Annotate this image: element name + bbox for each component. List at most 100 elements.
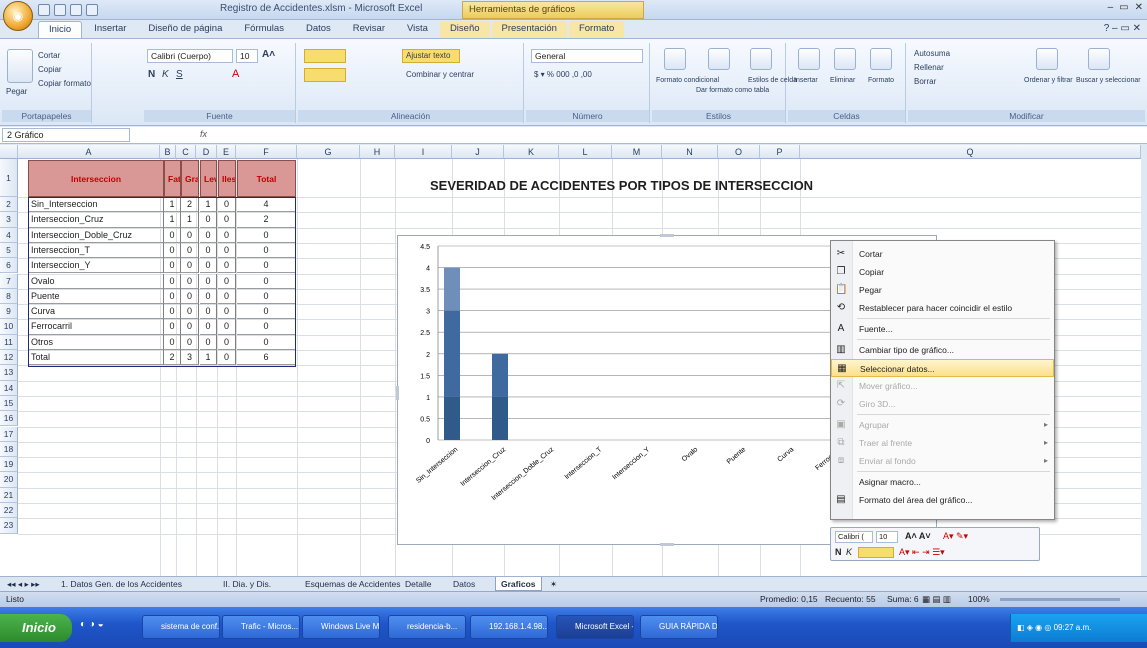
table-cell[interactable]: 2 [181,197,199,213]
mini-align-icons[interactable] [858,547,894,558]
taskbar-item[interactable]: Windows Live M... [302,615,380,639]
table-cell[interactable]: 0 [218,319,236,335]
cut-button[interactable]: Cortar [38,51,60,60]
sheet-tab[interactable]: II. Dia. y Dis. [218,577,276,591]
start-button[interactable]: Inicio [0,614,72,642]
font-color-icon[interactable]: A [232,68,239,80]
row-header[interactable]: 2 [0,197,18,213]
table-cell[interactable]: 1 [200,197,217,213]
align-top-icon[interactable] [304,49,346,63]
table-cell[interactable]: 0 [181,304,199,320]
resize-handle[interactable] [660,234,674,237]
column-header[interactable]: Q [800,145,1141,159]
table-cell[interactable]: 0 [181,334,199,350]
table-cell[interactable]: 0 [164,304,181,320]
column-header[interactable]: F [236,145,297,159]
zoom-slider[interactable] [1000,598,1120,601]
table-cell[interactable]: 0 [237,242,296,259]
table-cell[interactable]: 0 [200,227,217,243]
sheet-tab[interactable]: Detalle [400,577,436,591]
resize-handle[interactable] [660,543,674,546]
help-icon[interactable]: ? – ▭ ✕ [1104,23,1141,34]
grow-font-icon[interactable]: A˄ A˅ [905,531,931,541]
row-header[interactable]: 1 [0,159,18,197]
menu-item[interactable]: ▦ Seleccionar datos... [831,359,1054,377]
sheet-tab[interactable]: Datos [448,577,480,591]
column-header[interactable]: B [160,145,176,159]
menu-item[interactable]: ⟲ Restablecer para hacer coincidir el est… [831,299,1054,317]
taskbar-item[interactable]: Trafic - Micros... [222,615,300,639]
table-header-cell[interactable]: Total [237,160,296,197]
menu-item[interactable]: A Fuente... [831,320,1054,338]
table-cell[interactable]: 0 [164,242,181,259]
tab-insertar[interactable]: Insertar [84,21,136,38]
table-cell[interactable]: Interseccion_T [28,242,164,259]
taskbar-item[interactable]: 192.168.1.4.98... [470,615,548,639]
close-icon[interactable]: ✕ [1135,2,1143,13]
tab-diseno-pagina[interactable]: Diseño de página [138,21,232,38]
zoom-level[interactable]: 100% [968,594,990,604]
table-cell[interactable]: 0 [237,273,296,289]
tab-revisar[interactable]: Revisar [343,21,395,38]
table-cell[interactable]: 0 [200,304,217,320]
table-cell[interactable]: 0 [218,227,236,243]
row-header[interactable]: 21 [0,487,18,503]
table-cell[interactable]: 0 [164,258,181,274]
table-cell[interactable]: 0 [200,258,217,274]
sheet-tab[interactable]: Graficos [495,577,542,591]
quick-launch-icons[interactable]: ◐ ◑ ◒ [80,619,104,630]
fx-icon[interactable]: fx [200,129,207,139]
mini-font-color-icon[interactable]: A▾ ⇤ ⇥ ☰▾ [899,547,945,558]
font-name-combo[interactable]: Calibri (Cuerpo) [147,49,233,63]
column-header[interactable]: O [718,145,760,159]
mini-bold-button[interactable]: N [835,547,842,557]
table-cell[interactable]: 0 [164,227,181,243]
chart-title[interactable]: SEVERIDAD DE ACCIDENTES POR TIPOS DE INT… [430,178,813,193]
table-cell[interactable]: 0 [218,334,236,350]
row-header[interactable]: 6 [0,258,18,274]
table-cell[interactable]: 0 [181,227,199,243]
table-cell[interactable]: 0 [200,288,217,305]
sheet-tab[interactable]: 1. Datos Gen. de los Accidentes [56,577,187,591]
mini-font-combo[interactable]: Calibri ( [835,531,873,543]
row-header[interactable]: 16 [0,411,18,427]
column-header[interactable]: D [196,145,217,159]
table-cell[interactable]: 4 [237,197,296,213]
table-cell[interactable]: 0 [200,319,217,335]
table-cell[interactable]: 0 [218,273,236,289]
bold-button[interactable]: N [148,69,155,80]
row-header[interactable]: 15 [0,395,18,412]
column-header[interactable]: M [612,145,662,159]
row-header[interactable]: 9 [0,304,18,320]
row-header[interactable]: 5 [0,242,18,259]
row-header[interactable]: 13 [0,365,18,381]
total-row-cell[interactable]: Total [28,350,164,366]
copy-button[interactable]: Copiar [38,65,62,74]
find-select-icon[interactable] [1088,48,1110,70]
paste-icon[interactable] [7,49,33,83]
name-box[interactable]: 2 Gráfico [2,128,130,142]
column-header[interactable]: I [395,145,452,159]
taskbar-item[interactable]: GUIA RÁPIDA D... [640,615,718,639]
table-format-icon[interactable] [708,48,730,70]
office-button[interactable]: ◉ [3,1,33,31]
tray-icons[interactable]: ◧ ◈ ◉ ◎ [1017,623,1054,632]
fill-button[interactable]: Rellenar [914,63,944,72]
tab-inicio[interactable]: Inicio [38,21,83,38]
table-header-cell[interactable]: Leves [200,160,217,197]
total-row-cell[interactable]: 2 [164,350,181,366]
column-header[interactable]: P [760,145,800,159]
table-cell[interactable]: 0 [181,288,199,305]
bar-segment[interactable] [444,267,460,311]
table-cell[interactable]: Interseccion_Doble_Cruz [28,227,164,243]
table-header-cell[interactable]: Graves [181,160,199,197]
table-cell[interactable]: 0 [164,273,181,289]
table-cell[interactable]: 0 [181,273,199,289]
font-size-combo[interactable]: 10 [236,49,258,63]
table-cell[interactable]: 0 [200,273,217,289]
resize-handle[interactable] [396,386,399,400]
table-header-cell[interactable]: Fatal [164,160,181,197]
insert-cells-icon[interactable] [798,48,820,70]
table-cell[interactable]: 0 [181,242,199,259]
column-header[interactable]: G [297,145,360,159]
